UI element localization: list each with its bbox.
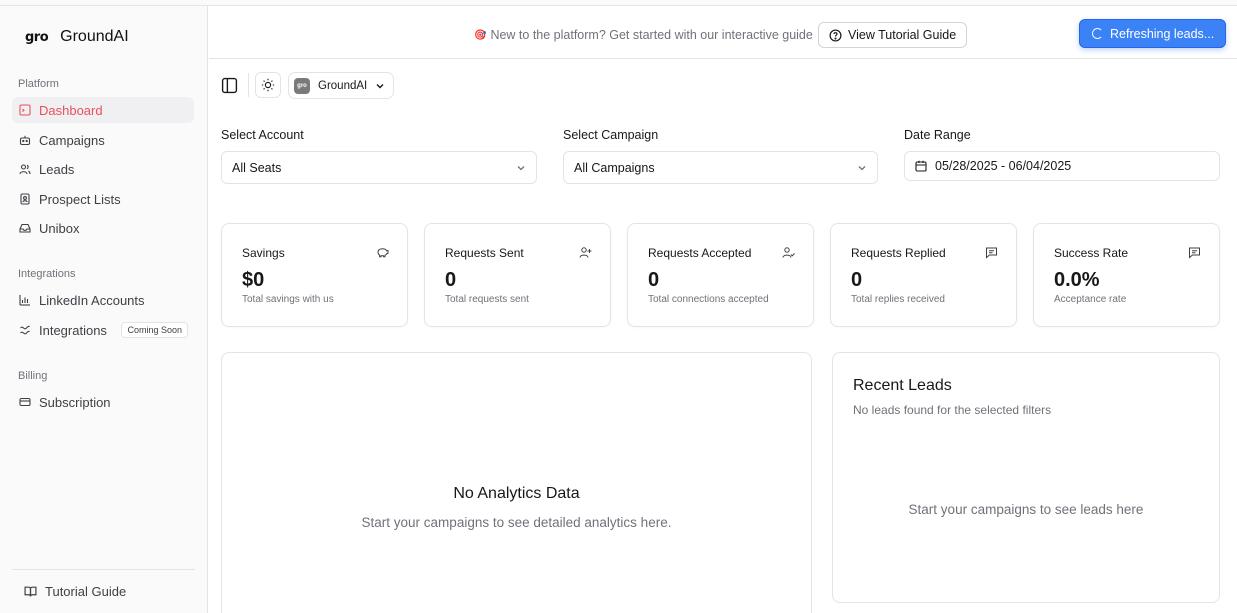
sidebar-item-subscription[interactable]: Subscription <box>12 389 194 415</box>
stat-description: Total requests sent <box>445 294 529 305</box>
recent-leads-title: Recent Leads <box>853 377 952 394</box>
stat-description: Total connections accepted <box>648 294 769 305</box>
stat-description: Total savings with us <box>242 294 334 305</box>
sidebar-item-label: Dashboard <box>39 102 103 118</box>
dashboard-icon <box>19 104 31 116</box>
help-circle-icon <box>829 28 842 42</box>
bot-icon <box>19 135 31 146</box>
stat-value: 0 <box>648 269 660 291</box>
calendar-icon <box>915 160 927 172</box>
stat-card-requests-replied: Requests Replied 0 Total replies receive… <box>830 223 1017 327</box>
sidebar-item-linkedin-accounts[interactable]: LinkedIn Accounts <box>12 287 194 313</box>
stat-title: Requests Replied <box>851 246 946 260</box>
piggy-bank-icon <box>377 248 389 258</box>
sidebar-item-label: Integrations <box>39 322 107 338</box>
sidebar-item-label: Prospect Lists <box>39 191 121 207</box>
organization-switcher[interactable]: gro GroundAI <box>288 72 395 99</box>
chevron-down-icon <box>517 165 525 170</box>
stat-description: Total replies received <box>851 294 945 305</box>
account-select[interactable]: All Seats <box>221 151 537 184</box>
book-open-icon <box>24 586 37 597</box>
coming-soon-badge: Coming Soon <box>121 322 188 338</box>
theme-toggle-button[interactable] <box>255 72 281 98</box>
refreshing-leads-toast: Refreshing leads... <box>1079 19 1226 48</box>
sidebar-tutorial-guide-link[interactable]: Tutorial Guide <box>24 584 126 599</box>
org-name: GroundAI <box>318 79 368 92</box>
date-range-picker[interactable]: 05/28/2025 - 06/04/2025 <box>904 151 1220 181</box>
sun-icon <box>261 78 275 92</box>
banner-text: New to the platform? Get started with ou… <box>490 28 813 42</box>
recent-leads-subtitle: No leads found for the selected filters <box>853 403 1052 417</box>
stat-title: Savings <box>242 246 285 260</box>
credit-card-icon <box>19 397 31 407</box>
loading-spinner-icon <box>1092 28 1103 39</box>
contact-list-icon <box>20 193 30 205</box>
stat-card-savings: Savings $0 Total savings with us <box>221 223 408 327</box>
sidebar-item-prospect-lists[interactable]: Prospect Lists <box>12 186 194 212</box>
brand-logo: gro <box>25 29 49 45</box>
sidebar-item-integrations[interactable]: Integrations Coming Soon <box>12 317 194 343</box>
toggle-sidebar-button[interactable] <box>216 72 242 98</box>
sidebar-item-leads[interactable]: Leads <box>12 156 194 182</box>
tutorial-guide-label: Tutorial Guide <box>45 584 127 599</box>
chevron-down-icon <box>376 83 384 88</box>
sidebar-item-label: LinkedIn Accounts <box>39 292 145 308</box>
banner-message: 🎯 New to the platform? Get started with … <box>474 28 813 42</box>
sidebar-item-label: Leads <box>39 161 75 177</box>
account-filter-label: Select Account <box>221 128 304 142</box>
recent-leads-empty-text: Start your campaigns to see leads here <box>908 502 1144 517</box>
view-tutorial-guide-button[interactable]: View Tutorial Guide <box>818 22 968 48</box>
campaign-select-value: All Campaigns <box>574 160 655 175</box>
brand-name: GroundAI <box>60 28 129 45</box>
target-icon: 🎯 <box>474 29 487 41</box>
sidebar: gro GroundAI Platform Dashboard Campaign… <box>0 6 208 613</box>
brand[interactable]: gro GroundAI <box>25 28 129 46</box>
stat-description: Acceptance rate <box>1054 294 1127 305</box>
recent-leads-panel: Recent Leads No leads found for the sele… <box>832 352 1220 603</box>
campaign-select[interactable]: All Campaigns <box>563 151 878 184</box>
stat-title: Success Rate <box>1054 246 1129 260</box>
stat-card-requests-accepted: Requests Accepted 0 Total connections ac… <box>627 223 814 327</box>
chart-icon <box>19 295 30 306</box>
org-avatar: gro <box>294 77 310 94</box>
sidebar-item-label: Campaigns <box>39 132 105 148</box>
stat-title: Requests Accepted <box>648 246 752 260</box>
analytics-empty-subtitle: Start your campaigns to see detailed ana… <box>361 515 672 530</box>
user-check-icon <box>782 247 795 258</box>
chevron-down-icon <box>858 165 866 170</box>
analytics-empty-title: No Analytics Data <box>453 485 580 502</box>
date-range-label: Date Range <box>904 128 971 142</box>
users-icon <box>19 164 31 175</box>
message-icon <box>1189 247 1200 259</box>
sidebar-item-campaigns[interactable]: Campaigns <box>12 127 194 153</box>
refreshing-leads-text: Refreshing leads... <box>1110 26 1215 41</box>
stat-value: 0 <box>851 269 863 291</box>
sidebar-divider <box>12 569 195 570</box>
sidebar-item-dashboard[interactable]: Dashboard <box>12 97 194 123</box>
inbox-icon <box>19 223 31 233</box>
account-select-value: All Seats <box>232 160 282 175</box>
section-label-platform: Platform <box>18 78 59 90</box>
sidebar-item-unibox[interactable]: Unibox <box>12 215 194 241</box>
stat-value: 0.0% <box>1054 269 1100 291</box>
date-range-value: 05/28/2025 - 06/04/2025 <box>935 159 1072 173</box>
toolbar-separator <box>248 73 249 97</box>
analytics-panel: No Analytics Data Start your campaigns t… <box>221 352 812 613</box>
workflow-icon <box>20 325 30 335</box>
campaign-filter-label: Select Campaign <box>563 128 659 142</box>
stat-title: Requests Sent <box>445 246 524 260</box>
section-label-billing: Billing <box>18 370 48 382</box>
user-plus-icon <box>579 247 592 258</box>
stat-card-success-rate: Success Rate 0.0% Acceptance rate <box>1033 223 1220 327</box>
stat-value: 0 <box>445 269 457 291</box>
stat-value: $0 <box>242 269 265 291</box>
message-icon <box>986 247 997 259</box>
sidebar-item-label: Unibox <box>39 220 80 236</box>
panel-left-icon <box>221 77 237 93</box>
sidebar-item-label: Subscription <box>39 394 111 410</box>
section-label-integrations: Integrations <box>18 268 76 280</box>
view-tutorial-guide-label: View Tutorial Guide <box>848 28 957 42</box>
stat-card-requests-sent: Requests Sent 0 Total requests sent <box>424 223 611 327</box>
